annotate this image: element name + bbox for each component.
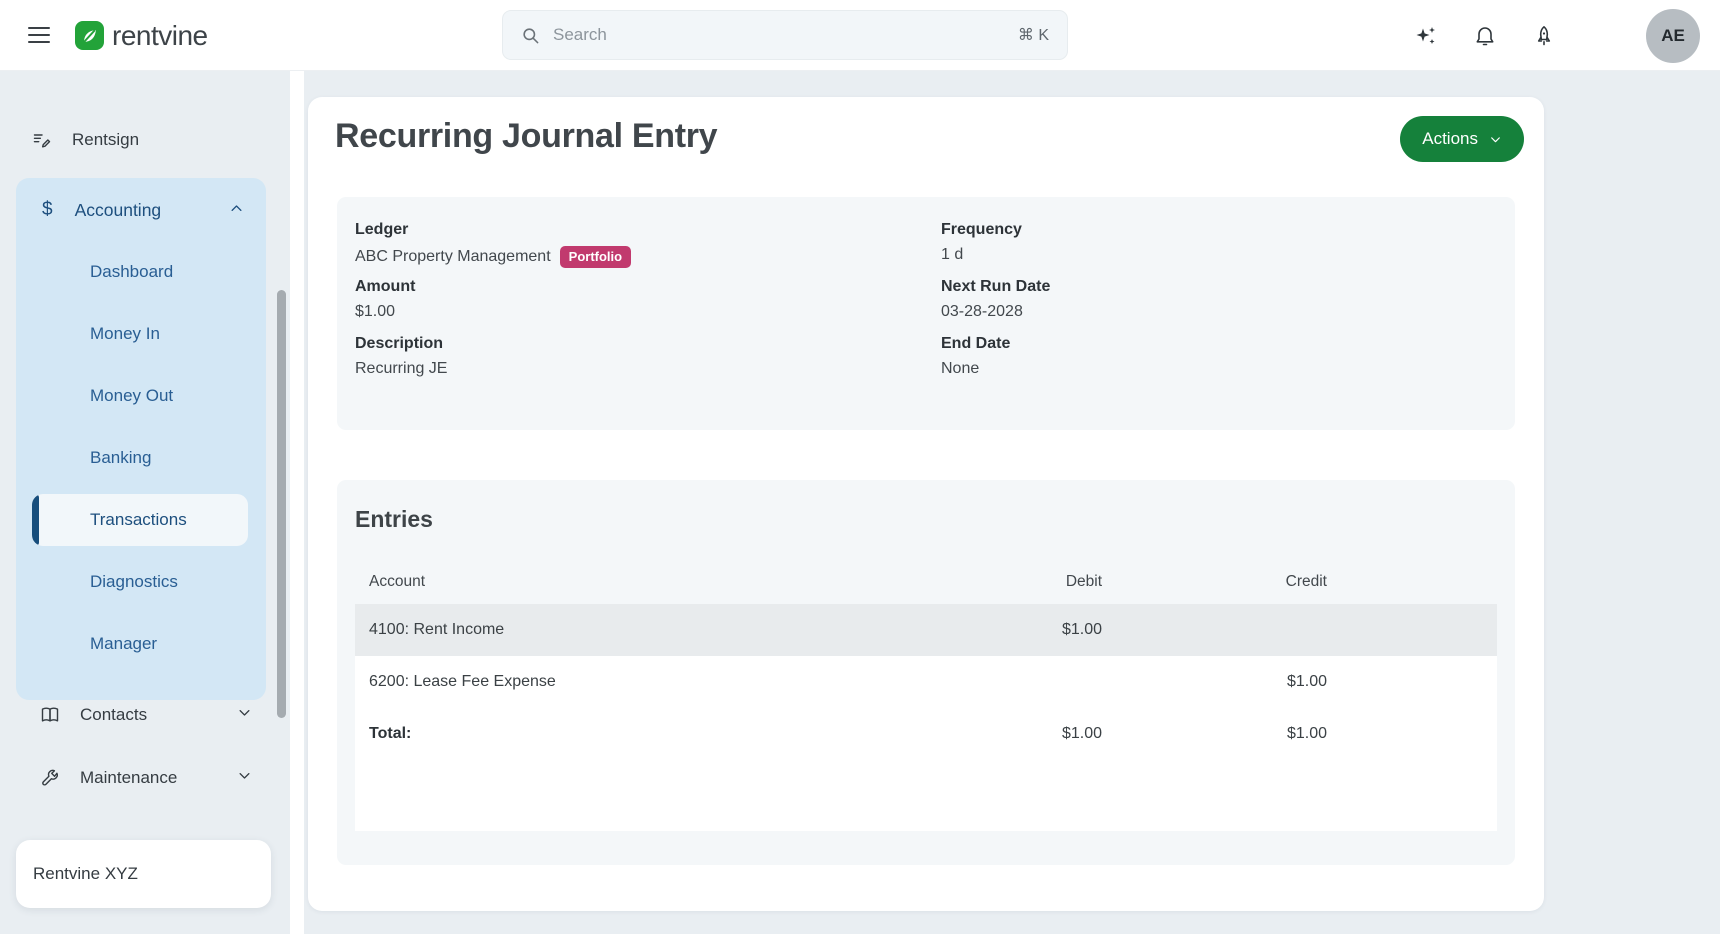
dollar-icon: $ (42, 199, 53, 221)
field-end-date: End Date None (941, 335, 1515, 383)
field-amount: Amount $1.00 (355, 278, 941, 326)
rentvine-logo[interactable]: rentvine (75, 0, 208, 71)
sidebar-item-rentsign[interactable]: Rentsign (32, 120, 252, 160)
page-title: Recurring Journal Entry (335, 117, 717, 156)
portfolio-badge: Portfolio (560, 246, 631, 268)
column-header-account: Account (355, 573, 862, 591)
field-label: Description (355, 335, 941, 353)
sidebar-item-label: Money In (90, 324, 160, 344)
sidebar-item-dashboard[interactable]: Dashboard (16, 246, 266, 298)
table-header-row: Account Debit Credit (355, 560, 1497, 604)
sidebar-item-transactions[interactable]: Transactions (32, 494, 248, 546)
sparkles-icon[interactable] (1414, 24, 1438, 48)
workspace-switcher[interactable]: Rentvine XYZ (16, 840, 271, 908)
sidebar-item-contacts[interactable]: Contacts (40, 695, 252, 735)
field-value: ABC Property Management (355, 248, 551, 266)
sidebar-item-label: Dashboard (90, 262, 173, 282)
field-ledger: Ledger ABC Property Management Portfolio (355, 221, 941, 269)
sidebar-item-label: Maintenance (80, 768, 177, 788)
field-label: Amount (355, 278, 941, 296)
sidebar-item-label: Manager (90, 634, 157, 654)
field-value: $1.00 (355, 303, 941, 321)
chevron-up-icon (229, 200, 244, 221)
field-label: Next Run Date (941, 278, 1515, 296)
field-label: Ledger (355, 221, 941, 239)
details-card: Ledger ABC Property Management Portfolio… (337, 197, 1515, 430)
field-value: 1 d (941, 246, 1515, 264)
cell-debit: $1.00 (862, 621, 1102, 639)
sidebar-item-money-out[interactable]: Money Out (16, 370, 266, 422)
chevron-down-icon (237, 768, 252, 788)
hamburger-menu-icon[interactable] (28, 24, 52, 46)
table-row[interactable]: 6200: Lease Fee Expense $1.00 (355, 656, 1497, 708)
chevron-down-icon (237, 705, 252, 725)
table-footer-spacer (355, 760, 1497, 831)
actions-button-label: Actions (1422, 129, 1478, 149)
actions-button[interactable]: Actions (1400, 116, 1524, 162)
search-input[interactable] (553, 25, 1005, 45)
field-next-run-date: Next Run Date 03-28-2028 (941, 278, 1515, 326)
details-left-column: Ledger ABC Property Management Portfolio… (355, 221, 941, 392)
sidebar-item-label: Diagnostics (90, 572, 178, 592)
field-value: Recurring JE (355, 360, 941, 378)
field-frequency: Frequency 1 d (941, 221, 1515, 269)
sidebar-item-diagnostics[interactable]: Diagnostics (16, 556, 266, 608)
search-bar[interactable]: ⌘ K (502, 10, 1068, 60)
main-content-card: Recurring Journal Entry Actions Ledger A… (308, 97, 1544, 911)
signature-icon (32, 130, 52, 150)
entries-heading: Entries (355, 506, 1497, 533)
field-value: 03-28-2028 (941, 303, 1515, 321)
field-label: End Date (941, 335, 1515, 353)
total-credit: $1.00 (1102, 725, 1327, 743)
field-value: None (941, 360, 1515, 378)
column-header-credit: Credit (1102, 573, 1327, 591)
sidebar-scrollbar[interactable] (277, 290, 286, 718)
sidebar-item-label: Money Out (90, 386, 173, 406)
sidebar-item-money-in[interactable]: Money In (16, 308, 266, 360)
sidebar-item-label: Contacts (80, 705, 147, 725)
keyboard-shortcut-hint: ⌘ K (1018, 25, 1049, 45)
top-navbar: rentvine ⌘ K (0, 0, 1720, 71)
sidebar-item-accounting[interactable]: $ Accounting (16, 188, 266, 232)
table-total-row: Total: $1.00 $1.00 (355, 708, 1497, 760)
sidebar-item-label: Rentsign (72, 130, 139, 150)
table-row[interactable]: 4100: Rent Income $1.00 (355, 604, 1497, 656)
total-debit: $1.00 (862, 725, 1102, 743)
total-label: Total: (355, 725, 862, 743)
cell-account: 6200: Lease Fee Expense (355, 673, 862, 691)
rocket-icon[interactable] (1532, 24, 1556, 48)
workspace-name: Rentvine XYZ (33, 864, 138, 884)
avatar[interactable]: AE (1646, 9, 1700, 63)
sidebar-item-maintenance[interactable]: Maintenance (40, 758, 252, 798)
sidebar: Rentsign $ Accounting Dashboard Money In… (0, 71, 296, 934)
chevron-down-icon (1489, 133, 1502, 146)
sidebar-item-label: Banking (90, 448, 151, 468)
sidebar-item-banking[interactable]: Banking (16, 432, 266, 484)
cell-credit: $1.00 (1102, 673, 1327, 691)
avatar-initials: AE (1661, 26, 1685, 46)
cell-account: 4100: Rent Income (355, 621, 862, 639)
wrench-icon (40, 768, 60, 788)
content-gutter (290, 71, 304, 934)
sidebar-item-label: Accounting (75, 200, 162, 221)
column-header-debit: Debit (862, 573, 1102, 591)
active-indicator-bar (32, 494, 39, 546)
sidebar-item-label: Transactions (90, 510, 187, 530)
field-description: Description Recurring JE (355, 335, 941, 383)
details-right-column: Frequency 1 d Next Run Date 03-28-2028 E… (941, 221, 1515, 392)
leaf-icon (75, 21, 104, 50)
entries-table: Account Debit Credit 4100: Rent Income $… (355, 560, 1497, 831)
brand-name: rentvine (112, 20, 208, 52)
entries-card: Entries Account Debit Credit 4100: Rent … (337, 480, 1515, 865)
bell-icon[interactable] (1473, 24, 1497, 48)
sidebar-item-manager[interactable]: Manager (16, 618, 266, 670)
field-label: Frequency (941, 221, 1515, 239)
search-icon (521, 26, 540, 45)
book-icon (40, 705, 60, 725)
sidebar-group-accounting: $ Accounting Dashboard Money In Money Ou… (16, 178, 266, 700)
